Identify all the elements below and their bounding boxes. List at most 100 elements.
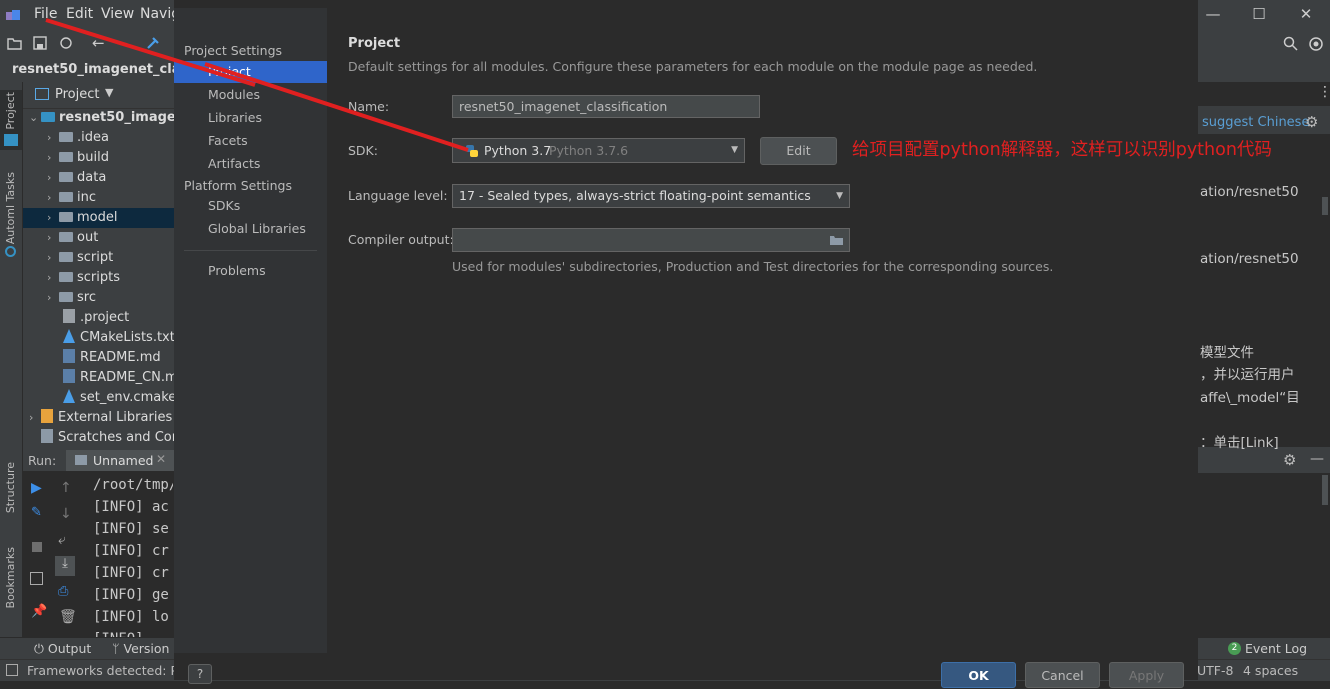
tree-folder[interactable]: › data — [23, 168, 198, 188]
settings-icon[interactable] — [1307, 35, 1325, 53]
minimize-icon[interactable]: — — [1203, 4, 1223, 24]
suggest-chinese-link[interactable]: suggest Chinese — [1202, 115, 1309, 130]
tree-folder[interactable]: › src — [23, 288, 198, 308]
tree-folder[interactable]: › inc — [23, 188, 198, 208]
editor-text-line: ation/resnet50 — [1200, 251, 1299, 267]
nav-item-libraries[interactable]: Libraries — [174, 107, 327, 129]
nav-item-global-libraries[interactable]: Global Libraries — [174, 218, 327, 240]
project-name-input[interactable] — [452, 95, 760, 118]
project-view-icon — [35, 88, 49, 100]
chevron-right-icon[interactable]: › — [47, 168, 59, 188]
project-tool-tab[interactable]: Project — [4, 92, 17, 130]
editor-text-line: ，并以运行用户 — [1200, 367, 1295, 383]
ok-button[interactable]: OK — [941, 662, 1016, 688]
pin-icon[interactable]: 📌 — [31, 604, 47, 619]
sdk-edit-button[interactable]: Edit — [760, 137, 837, 165]
nav-item-sdks[interactable]: SDKs — [174, 195, 327, 217]
compiler-output-input[interactable] — [452, 228, 850, 252]
nav-group-project-settings: Project Settings — [184, 43, 283, 58]
indent-indicator[interactable]: 4 spaces — [1243, 663, 1298, 678]
encoding-indicator[interactable]: UTF-8 — [1197, 663, 1233, 678]
frameworks-notification[interactable]: Frameworks detected: Py — [27, 663, 185, 678]
up-arrow-icon[interactable]: ↑ — [60, 480, 72, 496]
chevron-right-icon[interactable]: › — [47, 268, 59, 288]
menu-file[interactable]: File — [34, 6, 57, 22]
tree-folder[interactable]: › .idea — [23, 128, 198, 148]
save-icon[interactable] — [33, 36, 49, 50]
stop-icon[interactable] — [32, 542, 42, 552]
apply-button[interactable]: Apply — [1109, 662, 1184, 688]
project-view-selector[interactable]: Project — [55, 87, 99, 102]
tree-root[interactable]: ⌄resnet50_imagene — [23, 108, 180, 128]
trash-icon[interactable]: 🗑 — [59, 609, 77, 625]
nav-item-artifacts[interactable]: Artifacts — [174, 153, 327, 175]
cancel-button[interactable]: Cancel — [1025, 662, 1100, 688]
menu-view[interactable]: View — [101, 6, 134, 22]
chevron-right-icon[interactable]: › — [47, 228, 59, 248]
menu-edit[interactable]: Edit — [66, 6, 93, 22]
tree-folder[interactable]: › out — [23, 228, 198, 248]
chevron-right-icon[interactable]: › — [47, 208, 59, 228]
run-icon[interactable]: ▶ — [31, 480, 42, 496]
layout-icon[interactable] — [30, 572, 43, 585]
language-level-label: Language level: — [348, 188, 448, 203]
nav-item-modules[interactable]: Modules — [174, 84, 327, 106]
tree-folder[interactable]: › script — [23, 248, 198, 268]
browse-folder-icon[interactable] — [829, 234, 844, 246]
folder-icon — [59, 292, 73, 302]
bookmarks-tool-tab[interactable]: Bookmarks — [4, 547, 17, 608]
tree-folder[interactable]: › build — [23, 148, 198, 168]
console-line: [INFO] — [93, 628, 173, 637]
event-log-tab[interactable]: Event Log — [1245, 641, 1307, 656]
nav-item-project[interactable]: Project — [174, 61, 327, 83]
markdown-icon — [63, 369, 75, 383]
sdk-dropdown[interactable]: Python 3.7 Python 3.7.6 ▼ — [452, 138, 745, 163]
chevron-right-icon[interactable]: › — [47, 248, 59, 268]
build-hammer-icon[interactable] — [145, 35, 161, 51]
chevron-right-icon[interactable]: › — [47, 128, 59, 148]
run-config-tab[interactable]: Unnamed — [93, 453, 153, 468]
structure-tool-tab[interactable]: Structure — [4, 462, 17, 513]
chevron-down-icon[interactable]: ⌄ — [29, 108, 41, 128]
status-window-icon[interactable] — [6, 664, 18, 676]
folder-icon — [59, 192, 73, 202]
output-tab[interactable]: ⏻ Output — [34, 641, 91, 657]
tree-external-libraries[interactable]: › External Libraries — [23, 408, 180, 428]
scroll-to-end-icon[interactable]: ⤓ — [55, 556, 75, 576]
cmake-icon — [63, 329, 75, 343]
version-control-tab[interactable]: ᛘ Version C — [112, 641, 182, 656]
nav-item-facets[interactable]: Facets — [174, 130, 327, 152]
folder-icon — [59, 172, 73, 182]
tree-folder[interactable]: › model — [23, 208, 198, 228]
wrench-icon[interactable]: ✎ — [31, 505, 42, 520]
chevron-right-icon[interactable]: › — [29, 408, 41, 428]
sync-icon[interactable] — [59, 36, 75, 50]
chevron-right-icon[interactable]: › — [47, 288, 59, 308]
scrollbar-thumb[interactable] — [1322, 197, 1328, 215]
print-icon[interactable]: ⎙ — [58, 584, 68, 599]
chevron-right-icon[interactable]: › — [47, 148, 59, 168]
scrollbar-thumb[interactable] — [1322, 475, 1328, 505]
open-folder-icon[interactable] — [7, 36, 23, 50]
close-tab-icon[interactable]: ✕ — [156, 452, 166, 466]
tree-scratches[interactable]: Scratches and Con — [23, 428, 192, 448]
chevron-down-icon[interactable]: ▼ — [105, 86, 113, 99]
run-label: Run: — [28, 453, 57, 468]
soft-wrap-icon[interactable]: ⤶ — [58, 532, 66, 548]
automl-tool-tab[interactable]: Automl Tasks — [4, 172, 17, 244]
more-vertical-icon[interactable]: ⋮ — [1318, 84, 1330, 100]
search-icon[interactable] — [1283, 36, 1299, 52]
gear-icon[interactable]: ⚙ — [1283, 451, 1296, 469]
close-window-icon[interactable]: ✕ — [1296, 4, 1316, 24]
nav-item-problems[interactable]: Problems — [174, 260, 327, 282]
maximize-icon[interactable]: ☐ — [1249, 4, 1269, 24]
down-arrow-icon[interactable]: ↓ — [60, 506, 72, 522]
folder-icon — [59, 272, 73, 282]
back-icon[interactable]: ← — [92, 34, 105, 52]
tree-folder[interactable]: › scripts — [23, 268, 198, 288]
chevron-right-icon[interactable]: › — [47, 188, 59, 208]
help-button[interactable]: ? — [188, 664, 212, 684]
language-level-dropdown[interactable]: 17 - Sealed types, always-strict floatin… — [452, 184, 850, 208]
gear-icon[interactable]: ⚙ — [1305, 113, 1318, 131]
minimize-panel-icon[interactable]: — — [1310, 451, 1324, 467]
